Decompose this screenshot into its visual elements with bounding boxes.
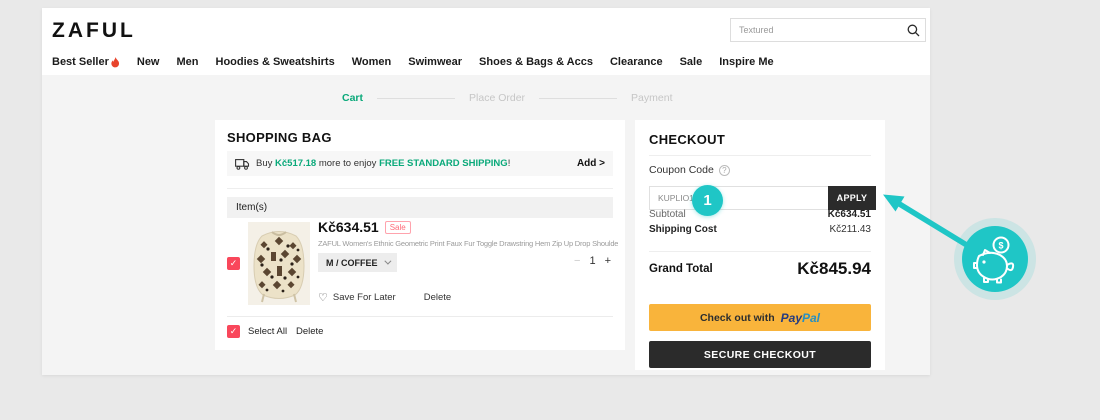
piggy-bank-icon: $	[954, 218, 1036, 300]
shipping-row: Shipping Cost Kč211.43	[649, 224, 871, 235]
grand-total-row: Grand Total Kč845.94	[649, 259, 871, 279]
variant-value: M / COFFEE	[326, 258, 378, 268]
shipping-cost-label: Shipping Cost	[649, 224, 717, 235]
select-all-label[interactable]: Select All	[248, 326, 287, 337]
zaful-cart-page: ZAFUL Best Seller New Men Hoodies & Swea…	[0, 0, 1100, 420]
flame-icon	[111, 57, 120, 68]
checkout-panel: CHECKOUT Coupon Code ? APPLY 1 Subtotal …	[635, 120, 885, 370]
zaful-logo[interactable]: ZAFUL	[52, 19, 136, 43]
delete-selected-link[interactable]: Delete	[296, 326, 323, 337]
nav-item-sale[interactable]: Sale	[680, 56, 703, 68]
shipping-highlight: FREE STANDARD SHIPPING	[379, 158, 508, 169]
subtotal-label: Subtotal	[649, 209, 686, 220]
step-cart[interactable]: Cart	[342, 92, 363, 104]
search-input[interactable]	[731, 25, 901, 35]
nav-item-best-seller[interactable]: Best Seller	[52, 56, 120, 68]
step-divider	[539, 98, 617, 99]
shipping-amount: Kč517.18	[275, 158, 316, 169]
nav-item-label: Best Seller	[52, 56, 109, 68]
grand-total-value: Kč845.94	[797, 259, 871, 279]
shopping-bag-panel: SHOPPING BAG Buy Kč517.18 more to enjoy …	[215, 120, 625, 350]
item-checkbox[interactable]: ✓	[227, 257, 240, 270]
heart-icon: ♡	[318, 291, 328, 304]
product-image[interactable]	[248, 222, 310, 305]
subtotal-value: Kč634.51	[828, 209, 871, 220]
quantity-value: 1	[589, 255, 595, 267]
shipping-offer-text: Buy Kč517.18 more to enjoy FREE STANDARD…	[256, 158, 510, 169]
checkout-steps: Cart Place Order Payment	[342, 92, 672, 104]
select-all-checkbox[interactable]: ✓	[227, 325, 240, 338]
free-shipping-banner: Buy Kč517.18 more to enjoy FREE STANDARD…	[227, 151, 613, 176]
shipping-cost-value: Kč211.43	[829, 224, 871, 235]
step-divider	[377, 98, 455, 99]
save-for-later-link[interactable]: Save For Later	[333, 292, 396, 303]
subtotal-row: Subtotal Kč634.51	[649, 209, 871, 220]
add-more-link[interactable]: Add >	[577, 158, 605, 169]
step-payment: Payment	[631, 92, 672, 104]
quantity-decrease-button[interactable]: −	[574, 255, 580, 267]
nav-item-hoodies[interactable]: Hoodies & Sweatshirts	[216, 56, 335, 68]
nav-item-swimwear[interactable]: Swimwear	[408, 56, 462, 68]
variant-selector[interactable]: M / COFFEE	[318, 253, 397, 272]
main-nav: Best Seller New Men Hoodies & Sweatshirt…	[52, 56, 774, 68]
price-row: Kč634.51 Sale	[318, 219, 411, 235]
sale-badge: Sale	[385, 221, 411, 234]
truck-icon	[235, 158, 250, 170]
delete-item-link[interactable]: Delete	[424, 292, 451, 303]
nav-item-women[interactable]: Women	[352, 56, 392, 68]
coupon-code-label: Coupon Code ?	[649, 164, 730, 176]
nav-item-new[interactable]: New	[137, 56, 160, 68]
item-price: Kč634.51	[318, 219, 379, 235]
shopping-bag-title: SHOPPING BAG	[227, 130, 332, 145]
checkout-title: CHECKOUT	[649, 132, 725, 147]
grand-total-label: Grand Total	[649, 263, 713, 275]
item-actions: ♡ Save For Later Delete	[318, 291, 451, 304]
quantity-stepper: − 1 +	[574, 255, 611, 267]
divider	[649, 155, 871, 156]
secure-checkout-button[interactable]: SECURE CHECKOUT	[649, 341, 871, 368]
chevron-down-icon	[384, 258, 391, 265]
step-place-order: Place Order	[469, 92, 525, 104]
svg-text:$: $	[998, 241, 1003, 251]
search-box	[730, 18, 926, 42]
page-container: ZAFUL Best Seller New Men Hoodies & Swea…	[42, 8, 930, 375]
nav-item-inspire-me[interactable]: Inspire Me	[719, 56, 773, 68]
nav-item-clearance[interactable]: Clearance	[610, 56, 663, 68]
nav-item-shoes-bags[interactable]: Shoes & Bags & Accs	[479, 56, 593, 68]
paypal-button-text: Check out with	[700, 312, 775, 324]
nav-item-men[interactable]: Men	[177, 56, 199, 68]
paypal-logo: PayPal	[781, 311, 820, 325]
search-icon[interactable]	[901, 24, 925, 37]
quantity-increase-button[interactable]: +	[605, 255, 611, 267]
divider	[227, 316, 613, 317]
divider	[227, 188, 613, 189]
coupon-label-text: Coupon Code	[649, 164, 714, 176]
item-description[interactable]: ZAFUL Women's Ethnic Geometric Print Fau…	[318, 239, 618, 248]
divider	[649, 251, 871, 252]
apply-coupon-button[interactable]: APPLY	[828, 186, 876, 210]
help-icon[interactable]: ?	[719, 165, 730, 176]
site-header: ZAFUL Best Seller New Men Hoodies & Swea…	[42, 8, 930, 75]
paypal-checkout-button[interactable]: Check out with PayPal	[649, 304, 871, 331]
items-header: Item(s)	[227, 197, 613, 218]
